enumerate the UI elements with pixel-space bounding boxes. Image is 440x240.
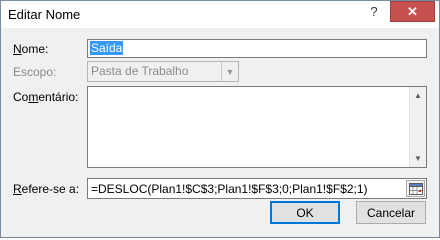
name-label: Nome: [13,42,49,56]
cancel-button[interactable]: Cancelar [356,201,426,224]
scope-select: Pasta de Trabalho ▼ [87,61,239,82]
title-bar: Editar Nome ? ✕ [1,1,439,28]
name-field-value: Saída [90,41,124,55]
scroll-up-icon[interactable]: ▲ [410,87,426,104]
help-button[interactable]: ? [361,1,387,22]
scope-label: Escopo: [13,65,57,79]
edit-name-dialog: Editar Nome ? ✕ Nome: Saída Escopo: Past… [0,0,440,238]
scroll-down-icon[interactable]: ▼ [410,150,426,167]
comment-scrollbar[interactable]: ▲ ▼ [409,87,426,167]
refers-to-value: =DESLOC(Plan1!$C$3;Plan1!$F$3;0;Plan1!$F… [91,182,368,196]
range-select-glyph [408,182,423,195]
chevron-down-icon: ▼ [221,62,238,81]
name-field[interactable]: Saída [87,39,427,58]
refers-to-label: Refere-se a: [13,182,80,196]
comment-label: Comentário: [13,90,79,104]
ok-button[interactable]: OK [270,201,340,224]
close-button[interactable]: ✕ [390,1,435,22]
range-select-icon[interactable] [406,180,425,197]
name-label-rest: ome: [21,42,49,56]
scope-select-value: Pasta de Trabalho [91,64,189,78]
refers-to-field[interactable]: =DESLOC(Plan1!$C$3;Plan1!$F$3;0;Plan1!$F… [87,178,427,199]
comment-field[interactable]: ▲ ▼ [87,86,427,168]
dialog-title: Editar Nome [8,7,81,22]
